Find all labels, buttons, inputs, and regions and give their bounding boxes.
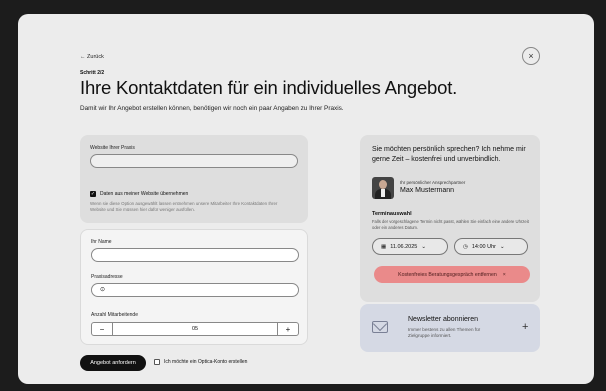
step-indicator: Schritt 2/2	[80, 70, 105, 76]
modal-frame: ← Zurück × Schritt 2/2 Ihre Kontaktdaten…	[18, 14, 594, 384]
address-label: Praxisadresse	[91, 274, 123, 280]
address-input[interactable]: ⊙	[91, 283, 299, 297]
termin-title: Terminauswahl	[372, 211, 412, 217]
website-checkbox-label: Daten aus meiner Website übernehmen	[100, 191, 189, 197]
account-optin-checkbox[interactable]	[154, 359, 160, 365]
website-input[interactable]	[90, 154, 298, 168]
back-link[interactable]: ← Zurück	[80, 54, 104, 60]
newsletter-description: Immer bestens zu allen Themen für Zielgr…	[408, 327, 481, 338]
avatar	[372, 177, 394, 199]
account-optin-row[interactable]: Ich möchte ein Optica-Konto erstellen	[154, 359, 247, 365]
calendar-icon: ▦	[381, 243, 387, 250]
checkbox-checked-icon[interactable]: ✓	[90, 191, 96, 197]
website-data-checkbox-row[interactable]: ✓ Daten aus meiner Website übernehmen	[90, 191, 188, 197]
contact-question: Sie möchten persönlich sprechen? Ich neh…	[372, 146, 526, 163]
remove-consultation-button[interactable]: Kostenfreies Beratungsgespräch entfernen…	[374, 266, 530, 283]
details-card: Ihr Name Praxisadresse ⊙ Anzahl Mitarbei…	[80, 229, 308, 345]
time-value: 14:00 Uhr	[471, 243, 496, 250]
decrement-button[interactable]: −	[92, 323, 113, 335]
chevron-down-icon: ⌄	[421, 243, 426, 250]
website-card: Website Ihrer Praxis ✓ Daten aus meiner …	[80, 135, 308, 223]
account-optin-label: Ich möchte ein Optica-Konto erstellen	[164, 359, 248, 365]
submit-button[interactable]: Angebot anfordern	[80, 355, 146, 371]
termin-hint: Falls der vorgeschlagene Termin nicht pa…	[372, 219, 529, 230]
name-label: Ihr Name	[91, 239, 112, 245]
page-title: Ihre Kontaktdaten für ein individuelles …	[80, 77, 458, 98]
location-pin-icon: ⊙	[100, 287, 106, 293]
time-select[interactable]: ◷ 14:00 Uhr ⌄	[454, 238, 528, 255]
employees-stepper: − 05 +	[91, 322, 299, 336]
plus-icon[interactable]: +	[522, 321, 528, 333]
chevron-down-icon: ⌄	[499, 243, 505, 250]
increment-button[interactable]: +	[277, 323, 298, 335]
name-input[interactable]	[91, 248, 299, 262]
newsletter-card[interactable]: Newsletter abonnieren Immer bestens zu a…	[360, 304, 540, 352]
remove-consultation-label: Kostenfreies Beratungsgespräch entfernen	[398, 271, 497, 278]
clock-icon: ◷	[463, 243, 468, 250]
close-icon: ×	[528, 51, 534, 61]
page-subtitle: Damit wir Ihr Angebot erstellen können, …	[80, 105, 344, 112]
website-label: Website Ihrer Praxis	[90, 145, 135, 151]
back-label: ← Zurück	[80, 54, 104, 60]
mail-icon	[372, 321, 388, 333]
close-button[interactable]: ×	[522, 47, 540, 65]
contact-name: Max Mustermann	[400, 187, 455, 194]
date-value: 11.06.2025	[390, 243, 418, 250]
contact-card: Sie möchten persönlich sprechen? Ich neh…	[360, 135, 540, 302]
close-icon: ×	[502, 271, 506, 278]
date-select[interactable]: ▦ 11.06.2025 ⌄	[372, 238, 448, 255]
newsletter-title: Newsletter abonnieren	[408, 316, 479, 323]
website-hint: Wenn sie diese Option ausgewählt lassen …	[90, 201, 278, 212]
contact-role: Ihr persönlicher Ansprechpartner	[400, 180, 466, 185]
employees-value[interactable]: 05	[113, 323, 277, 335]
employees-label: Anzahl Mitarbeitende	[91, 312, 138, 318]
